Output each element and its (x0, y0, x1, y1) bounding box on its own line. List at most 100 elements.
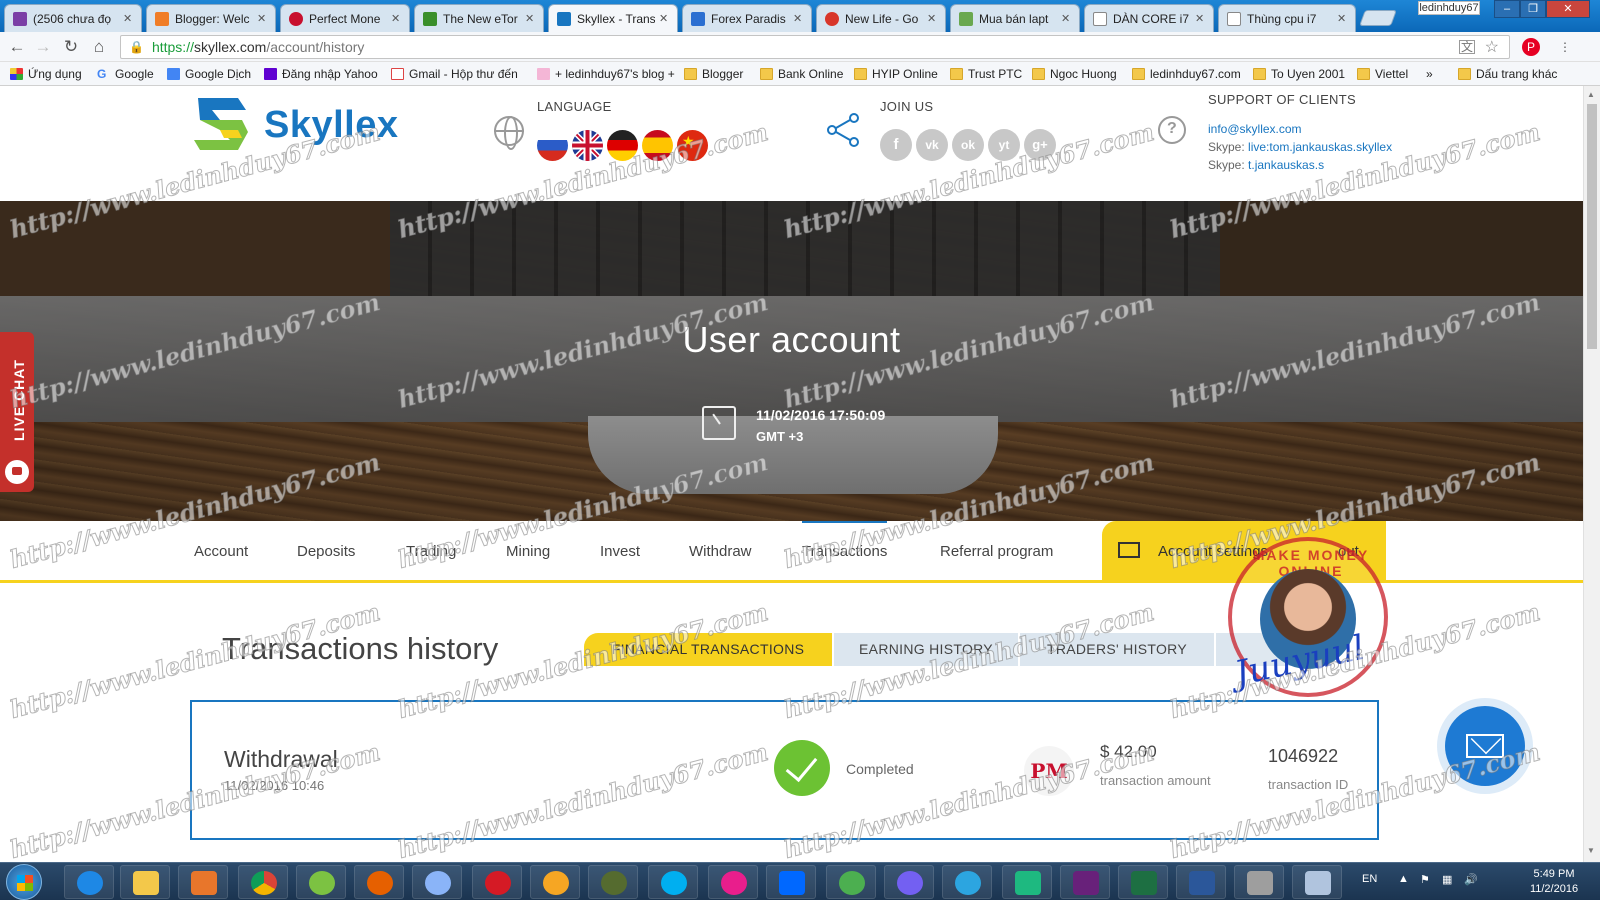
youtube-icon[interactable]: yt (988, 129, 1020, 161)
scrollbar-thumb[interactable] (1587, 104, 1597, 349)
nav-withdraw[interactable]: Withdraw (689, 543, 752, 560)
bookmark-item[interactable]: G Google (97, 66, 154, 82)
bookmark-item[interactable]: Gmail - Hộp thư đến (391, 66, 518, 82)
nav-trading[interactable]: Trading (406, 543, 456, 560)
facebook-icon[interactable]: f (880, 129, 912, 161)
support-skype-2[interactable]: Skype: t.jankauskas.s (1208, 158, 1324, 172)
vk-icon[interactable]: vk (916, 129, 948, 161)
contact-mail-button[interactable] (1445, 706, 1525, 786)
browser-tab[interactable]: (2506 chưa đọ ✕ (4, 4, 142, 32)
taskbar-excel[interactable] (1118, 865, 1168, 899)
tray-flag-icon[interactable]: ⚑ (1420, 873, 1430, 886)
nav-account[interactable]: Account (194, 543, 248, 560)
bookmarks-overflow[interactable]: » (1426, 66, 1433, 82)
taskbar-calculator[interactable] (1234, 865, 1284, 899)
system-clock[interactable]: 5:49 PM 11/2/2016 (1524, 867, 1584, 897)
network-icon[interactable]: ▦ (1442, 873, 1452, 886)
bookmark-folder[interactable]: Bank Online (760, 66, 843, 82)
bookmark-folder[interactable]: Dấu trang khác (1458, 66, 1557, 82)
taskbar-word[interactable] (1176, 865, 1226, 899)
nav-mining[interactable]: Mining (506, 543, 550, 560)
bookmark-folder[interactable]: Viettel (1357, 66, 1408, 82)
bookmark-item[interactable]: Google Dịch (167, 66, 251, 82)
tab-financial-transactions[interactable]: FINANCIAL TRANSACTIONS (584, 633, 832, 666)
close-tab-icon[interactable]: ✕ (391, 12, 403, 25)
forward-icon[interactable]: → (32, 37, 54, 57)
support-email-link[interactable]: info@skyllex.com (1208, 122, 1302, 136)
taskbar-app[interactable] (296, 865, 346, 899)
bookmark-item[interactable]: Đăng nhập Yahoo (264, 66, 378, 82)
browser-tab[interactable]: Forex Paradis ✕ (682, 4, 812, 32)
bookmark-folder[interactable]: To Uyen 2001 (1253, 66, 1345, 82)
bookmark-item[interactable]: + ledinhduy67's blog + (537, 66, 675, 82)
flag-uk-icon[interactable] (572, 130, 603, 161)
browser-tab[interactable]: New Life - Go ✕ (816, 4, 946, 32)
taskbar-chrome-2[interactable] (412, 865, 462, 899)
taskbar-app[interactable] (1292, 865, 1342, 899)
browser-tab[interactable]: Perfect Mone ✕ (280, 4, 410, 32)
browser-tab-active[interactable]: Skyllex - Trans ✕ (548, 4, 678, 32)
close-tab-icon[interactable]: ✕ (659, 12, 671, 25)
flag-ru-icon[interactable] (537, 130, 568, 161)
live-chat-button[interactable]: LIVE CHAT (0, 332, 34, 492)
bookmark-folder[interactable]: Ngoc Huong (1032, 66, 1117, 82)
pinterest-icon[interactable]: P (1522, 38, 1540, 56)
skyllex-logo[interactable]: Skyllex (190, 92, 399, 158)
taskbar-firefox[interactable] (354, 865, 404, 899)
nav-invest[interactable]: Invest (600, 543, 640, 560)
address-bar[interactable]: 🔒 https:// skyllex.com /account/history … (120, 35, 1510, 59)
maximize-button[interactable]: ❐ (1520, 0, 1546, 18)
profile-name[interactable]: ledinhduy67 (1418, 1, 1480, 15)
close-tab-icon[interactable]: ✕ (257, 12, 269, 25)
taskbar-app[interactable] (708, 865, 758, 899)
browser-tab[interactable]: The New eTor ✕ (414, 4, 544, 32)
taskbar-zalo[interactable] (766, 865, 816, 899)
browser-tab[interactable]: Mua bán lapt ✕ (950, 4, 1080, 32)
translate-icon[interactable]: 文 (1459, 40, 1475, 54)
reload-icon[interactable]: ↻ (60, 37, 82, 57)
close-tab-icon[interactable]: ✕ (1061, 12, 1073, 25)
close-tab-icon[interactable]: ✕ (793, 12, 805, 25)
taskbar-app[interactable] (588, 865, 638, 899)
bookmark-folder[interactable]: ledinhduy67.com (1132, 66, 1241, 82)
taskbar-app[interactable] (530, 865, 580, 899)
menu-icon[interactable]: ⋮ (1556, 38, 1574, 56)
taskbar-chrome[interactable] (238, 865, 288, 899)
bookmark-folder[interactable]: Trust PTC (950, 66, 1022, 82)
new-tab-button[interactable] (1359, 10, 1397, 26)
close-tab-icon[interactable]: ✕ (927, 12, 939, 25)
google-plus-icon[interactable]: g+ (1024, 129, 1056, 161)
vertical-scrollbar[interactable]: ▲ ▼ (1583, 86, 1600, 862)
taskbar-ie[interactable] (64, 865, 114, 899)
bookmark-folder[interactable]: Blogger (684, 66, 743, 82)
browser-tab[interactable]: Blogger: Welc ✕ (146, 4, 276, 32)
flag-cn-icon[interactable]: ★ (677, 130, 708, 161)
taskbar-viber[interactable] (884, 865, 934, 899)
back-icon[interactable]: ← (6, 37, 28, 57)
taskbar-explorer[interactable] (120, 865, 170, 899)
close-tab-icon[interactable]: ✕ (525, 12, 537, 25)
minimize-button[interactable]: – (1494, 0, 1520, 18)
tab-earning-history[interactable]: EARNING HISTORY (834, 633, 1018, 666)
close-tab-icon[interactable]: ✕ (123, 12, 135, 25)
nav-deposits[interactable]: Deposits (297, 543, 355, 560)
volume-icon[interactable]: 🔊 (1464, 873, 1478, 886)
close-window-button[interactable]: ✕ (1546, 0, 1590, 18)
taskbar-visual-studio[interactable] (1060, 865, 1110, 899)
taskbar-app[interactable] (1002, 865, 1052, 899)
start-button[interactable] (6, 864, 42, 900)
taskbar-media-player[interactable] (178, 865, 228, 899)
scroll-up-icon[interactable]: ▲ (1587, 90, 1595, 99)
close-tab-icon[interactable]: ✕ (1195, 12, 1207, 25)
taskbar-app[interactable] (826, 865, 876, 899)
browser-tab[interactable]: Thùng cpu i7 ✕ (1218, 4, 1356, 32)
flag-de-icon[interactable] (607, 130, 638, 161)
odnoklassniki-icon[interactable]: ok (952, 129, 984, 161)
taskbar-skype[interactable] (648, 865, 698, 899)
taskbar-opera[interactable] (472, 865, 522, 899)
bookmark-folder[interactable]: HYIP Online (854, 66, 938, 82)
bookmark-star-icon[interactable]: ☆ (1485, 37, 1499, 57)
nav-referral-program[interactable]: Referral program (940, 543, 1053, 560)
flag-es-icon[interactable] (642, 130, 673, 161)
home-icon[interactable]: ⌂ (88, 37, 110, 57)
